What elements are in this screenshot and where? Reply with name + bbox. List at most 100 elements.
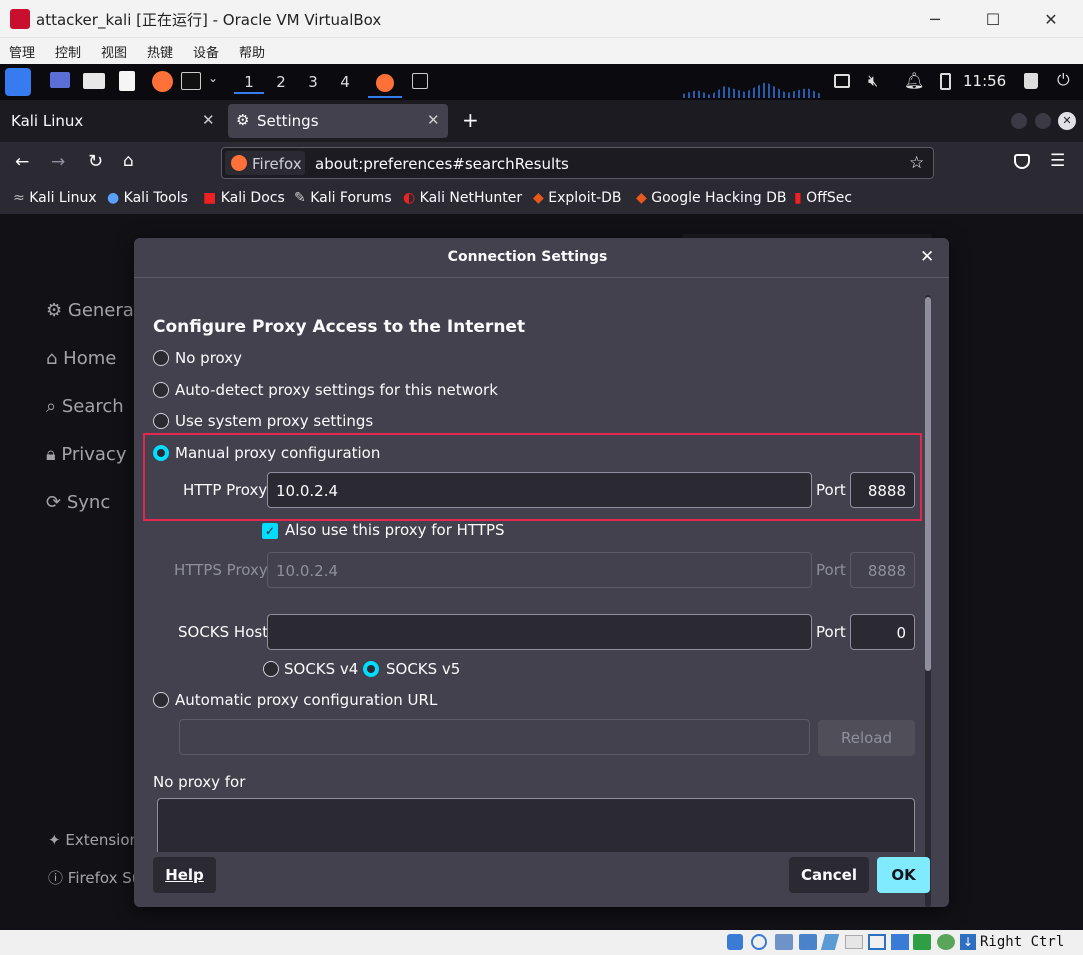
- scrollbar-thumb[interactable]: [925, 297, 931, 671]
- home-icon[interactable]: ⌂: [123, 151, 134, 171]
- http-port-input[interactable]: 8888: [850, 472, 915, 508]
- https-proxy-label: HTTPS Proxy: [174, 561, 268, 579]
- back-arrow-icon[interactable]: ←: [15, 152, 29, 172]
- star-bookmark-icon[interactable]: ☆: [909, 153, 924, 173]
- file-manager-icon[interactable]: [83, 73, 105, 89]
- radio-no-proxy[interactable]: [153, 350, 169, 366]
- cancel-button[interactable]: Cancel: [789, 857, 869, 893]
- bookmark-offsec[interactable]: ▮ OffSec: [794, 190, 852, 206]
- radio-system-proxy[interactable]: [153, 413, 169, 429]
- menu-hotkey[interactable]: 热键: [147, 42, 173, 61]
- pac-url-input[interactable]: [179, 719, 810, 755]
- firefox-task-icon[interactable]: [368, 70, 402, 98]
- battery-icon[interactable]: [940, 73, 951, 90]
- close-window-button[interactable]: ✕: [1022, 0, 1080, 38]
- url-text[interactable]: about:preferences#searchResults: [315, 155, 569, 173]
- socks-v4-label[interactable]: SOCKS v4: [284, 660, 358, 678]
- usb-icon[interactable]: [820, 934, 840, 950]
- no-proxy-label[interactable]: No proxy: [175, 349, 242, 367]
- socks-port-input[interactable]: 0: [850, 614, 915, 650]
- also-https-label[interactable]: Also use this proxy for HTTPS: [285, 521, 505, 539]
- menu-help[interactable]: 帮助: [239, 42, 265, 61]
- bookmark-kali-nethunter[interactable]: ◐ Kali NetHunter: [403, 190, 522, 206]
- kali-menu-icon[interactable]: [5, 68, 31, 96]
- minimize-circle-icon[interactable]: [1011, 113, 1027, 129]
- minimize-button[interactable]: ─: [906, 0, 964, 38]
- network-adapter-icon[interactable]: [799, 934, 817, 950]
- identity-box[interactable]: Firefox: [225, 151, 305, 175]
- keyboard-capture-icon[interactable]: ↓: [960, 934, 976, 950]
- pac-url-label[interactable]: Automatic proxy configuration URL: [175, 691, 437, 709]
- bookmark-kali-tools[interactable]: ● Kali Tools: [107, 190, 188, 206]
- menu-devices[interactable]: 设备: [193, 42, 219, 61]
- menu-manage[interactable]: 管理: [9, 42, 35, 61]
- desktop-icon[interactable]: [50, 72, 70, 88]
- close-icon[interactable]: ✕: [920, 247, 934, 267]
- bookmark-kali-linux[interactable]: ≈ Kali Linux: [13, 190, 97, 206]
- bookmark-kali-docs[interactable]: ■ Kali Docs: [203, 190, 285, 206]
- optical-drive-icon[interactable]: [751, 934, 767, 950]
- forward-arrow-icon[interactable]: →: [51, 152, 65, 172]
- url-bar[interactable]: Firefox about:preferences#searchResults …: [221, 147, 934, 179]
- reload-button[interactable]: Reload: [818, 720, 915, 756]
- pocket-icon[interactable]: [1014, 154, 1030, 169]
- volume-muted-icon[interactable]: 🔇︎: [868, 71, 878, 91]
- text-editor-icon[interactable]: [119, 71, 135, 91]
- network-icon[interactable]: [834, 74, 850, 88]
- mouse-integration-icon[interactable]: [937, 934, 955, 950]
- close-icon[interactable]: ✕: [427, 111, 440, 129]
- scrollbar-track[interactable]: [925, 295, 931, 907]
- tab-kali-linux[interactable]: Kali Linux ✕: [2, 104, 222, 138]
- workspace-4[interactable]: 4: [330, 70, 360, 94]
- bookmarks-bar: ≈ Kali Linux ● Kali Tools ■ Kali Docs ✎ …: [0, 184, 1083, 214]
- bookmark-kali-forums[interactable]: ✎ Kali Forums: [294, 190, 392, 206]
- radio-socks-v5[interactable]: [363, 661, 379, 677]
- audio-icon[interactable]: [775, 934, 793, 950]
- bookmark-google-hacking-db[interactable]: ◆ Google Hacking DB: [636, 190, 786, 206]
- maximize-button[interactable]: ☐: [964, 0, 1022, 38]
- shared-folders-icon[interactable]: [845, 935, 863, 949]
- radio-pac-url[interactable]: [153, 692, 169, 708]
- help-button[interactable]: Help: [153, 857, 216, 893]
- terminal-launcher-icon[interactable]: [181, 72, 201, 90]
- vbox-status-bar: ↓ Right Ctrl: [0, 930, 1083, 955]
- new-tab-plus-icon[interactable]: +: [462, 108, 479, 132]
- clock[interactable]: 11:56: [963, 72, 1006, 90]
- chevron-down-icon[interactable]: ⌄: [208, 71, 218, 85]
- http-proxy-input[interactable]: 10.0.2.4: [267, 472, 812, 508]
- close-icon[interactable]: ✕: [202, 111, 215, 129]
- workspace-3[interactable]: 3: [298, 70, 328, 94]
- hamburger-menu-icon[interactable]: ☰: [1050, 151, 1065, 171]
- radio-manual-proxy[interactable]: [153, 445, 169, 461]
- reload-icon[interactable]: ↻: [88, 151, 103, 172]
- terminal-task-icon[interactable]: [412, 73, 428, 89]
- manual-proxy-label[interactable]: Manual proxy configuration: [175, 444, 380, 462]
- auto-detect-label[interactable]: Auto-detect proxy settings for this netw…: [175, 381, 498, 399]
- ok-button[interactable]: OK: [877, 857, 930, 893]
- menu-control[interactable]: 控制: [55, 42, 81, 61]
- recording-icon[interactable]: [891, 934, 909, 950]
- virtualization-icon[interactable]: [913, 934, 931, 950]
- display-icon[interactable]: [868, 934, 886, 950]
- workspace-1[interactable]: 1: [234, 70, 264, 94]
- logout-icon[interactable]: ⏻: [1057, 70, 1070, 90]
- menu-view[interactable]: 视图: [101, 42, 127, 61]
- https-proxy-input[interactable]: 10.0.2.4: [267, 552, 812, 588]
- workspace-2[interactable]: 2: [266, 70, 296, 94]
- socks-v5-label[interactable]: SOCKS v5: [386, 660, 460, 678]
- bookmark-exploit-db[interactable]: ◆ Exploit-DB: [533, 190, 622, 206]
- socks-host-input[interactable]: [267, 614, 812, 650]
- close-circle-icon[interactable]: ✕: [1058, 112, 1076, 130]
- hard-disk-icon[interactable]: [727, 934, 743, 950]
- firefox-launcher-icon[interactable]: [152, 71, 173, 92]
- checkbox-also-https[interactable]: ✓: [262, 523, 278, 539]
- lock-icon[interactable]: [1024, 73, 1038, 89]
- radio-auto-detect[interactable]: [153, 382, 169, 398]
- radio-socks-v4[interactable]: [263, 661, 279, 677]
- maximize-circle-icon[interactable]: [1035, 113, 1051, 129]
- system-proxy-label[interactable]: Use system proxy settings: [175, 412, 373, 430]
- tab-settings[interactable]: ⚙ Settings ✕: [228, 104, 448, 138]
- https-port-input[interactable]: 8888: [850, 552, 915, 588]
- http-proxy-label: HTTP Proxy: [183, 481, 268, 499]
- notification-bell-icon[interactable]: 🔔︎: [904, 71, 924, 90]
